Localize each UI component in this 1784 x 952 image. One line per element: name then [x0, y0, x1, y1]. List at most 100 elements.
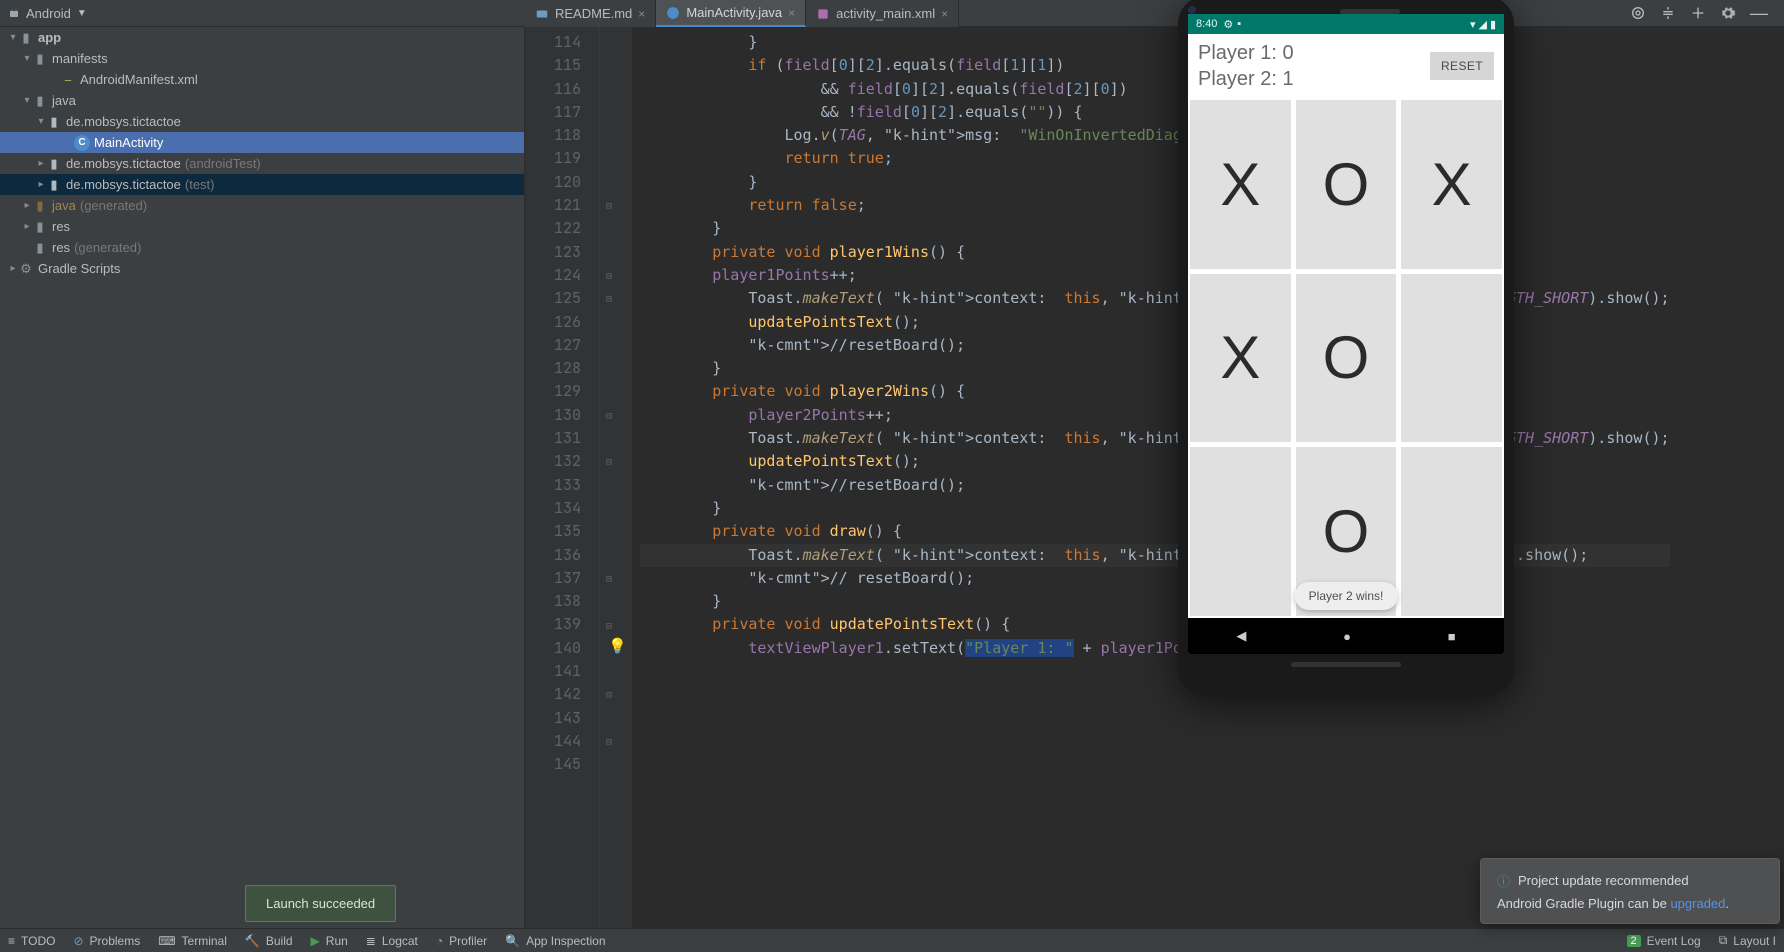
- tree-label: res: [52, 219, 70, 234]
- line-number-gutter[interactable]: 114 115 116 117 118 119 120 121 122 123 …: [525, 27, 600, 928]
- label: App Inspection: [526, 934, 605, 948]
- label: Terminal: [182, 934, 227, 948]
- phone-nav: ◀ ● ■: [1188, 618, 1504, 654]
- tree-res[interactable]: ▸▮res: [0, 216, 524, 237]
- emulator-device: 8:40 ⚙ ▪ ▾ ◢ ▮ Player 1: 0 Player 2: 1 R…: [1178, 0, 1514, 696]
- close-icon[interactable]: ×: [638, 7, 645, 21]
- tree-java[interactable]: ▾▮java: [0, 90, 524, 111]
- label: TODO: [21, 934, 55, 948]
- tree-manifests[interactable]: ▾▮manifests: [0, 48, 524, 69]
- tree-main-activity[interactable]: CMainActivity: [0, 132, 524, 153]
- bottom-logcat[interactable]: ≣Logcat: [366, 934, 418, 948]
- collapse-all-icon[interactable]: [1690, 5, 1706, 21]
- cell-0[interactable]: X: [1190, 100, 1291, 269]
- tree-label-dim: (androidTest): [185, 156, 261, 171]
- phone-toast: Player 2 wins!: [1295, 582, 1398, 610]
- tree-label: de.mobsys.tictactoe: [66, 156, 181, 171]
- tree-label: manifests: [52, 51, 108, 66]
- tree-label: app: [38, 30, 61, 45]
- tab-readme[interactable]: README.md ×: [525, 0, 656, 27]
- notification-body: Android Gradle Plugin can be upgraded.: [1497, 896, 1763, 911]
- tree-label: res: [52, 240, 70, 255]
- signal-icon: ◢: [1478, 18, 1486, 31]
- project-view-selector[interactable]: Android ▼: [8, 6, 87, 21]
- tree-res-generated[interactable]: ▮res(generated): [0, 237, 524, 258]
- bottom-run[interactable]: ▶Run: [311, 934, 348, 948]
- bottom-terminal[interactable]: ⌨Terminal: [158, 934, 227, 948]
- editor-tabs: README.md × MainActivity.java × activity…: [525, 0, 959, 27]
- back-icon[interactable]: ◀: [1236, 628, 1246, 644]
- close-icon[interactable]: ×: [788, 6, 795, 20]
- tree-package[interactable]: ▾▮de.mobsys.tictactoe: [0, 111, 524, 132]
- player2-score: Player 2: 1: [1198, 66, 1294, 92]
- tree-package-test[interactable]: ▸▮de.mobsys.tictactoe(test): [0, 174, 524, 195]
- tree-app[interactable]: ▾▮app: [0, 27, 524, 48]
- toast-text: Launch succeeded: [266, 896, 375, 911]
- gear-icon[interactable]: [1720, 5, 1736, 21]
- tree-gradle-scripts[interactable]: ▸⚙Gradle Scripts: [0, 258, 524, 279]
- label: Run: [326, 934, 348, 948]
- info-icon: ⓘ: [1497, 871, 1510, 890]
- bottom-layout-inspector[interactable]: ⧉Layout I: [1719, 933, 1776, 948]
- tab-label: MainActivity.java: [686, 5, 782, 20]
- bottom-event-log[interactable]: 2Event Log: [1627, 934, 1701, 948]
- cell-8[interactable]: [1401, 447, 1502, 616]
- cell-2[interactable]: X: [1401, 100, 1502, 269]
- project-view-label: Android: [26, 6, 71, 21]
- label: Logcat: [382, 934, 418, 948]
- wifi-icon: ▾: [1470, 18, 1476, 31]
- label: Problems: [90, 934, 141, 948]
- phone-time: 8:40: [1196, 18, 1217, 30]
- tree-label: Gradle Scripts: [38, 261, 120, 276]
- tab-mainactivity[interactable]: MainActivity.java ×: [656, 0, 806, 27]
- tree-label: de.mobsys.tictactoe: [66, 114, 181, 129]
- bottom-build[interactable]: 🔨Build: [245, 934, 293, 948]
- project-tree[interactable]: ▾▮app ▾▮manifests ⎯AndroidManifest.xml ▾…: [0, 27, 525, 928]
- label: Layout I: [1733, 934, 1776, 948]
- close-icon[interactable]: ×: [941, 7, 948, 21]
- android-icon: [8, 7, 20, 19]
- tab-layout-xml[interactable]: activity_main.xml ×: [806, 0, 959, 27]
- cell-6[interactable]: [1190, 447, 1291, 616]
- expand-all-icon[interactable]: [1660, 5, 1676, 21]
- game-board: XOXXOO: [1188, 98, 1504, 618]
- minimize-icon[interactable]: —: [1750, 3, 1768, 24]
- label: Event Log: [1647, 934, 1701, 948]
- recents-icon[interactable]: ■: [1448, 629, 1456, 644]
- cell-3[interactable]: X: [1190, 274, 1291, 443]
- notification-title: Project update recommended: [1518, 873, 1689, 888]
- target-icon[interactable]: [1630, 5, 1646, 21]
- notification-panel[interactable]: ⓘ Project update recommended Android Gra…: [1480, 858, 1780, 924]
- emulator-screen[interactable]: 8:40 ⚙ ▪ ▾ ◢ ▮ Player 1: 0 Player 2: 1 R…: [1188, 14, 1504, 654]
- game-header: Player 1: 0 Player 2: 1 RESET: [1188, 34, 1504, 98]
- tree-label-dim: (generated): [80, 198, 147, 213]
- label: Build: [266, 934, 293, 948]
- tree-label: MainActivity: [94, 135, 163, 150]
- tree-label-dim: (test): [185, 177, 215, 192]
- tree-label: java: [52, 93, 76, 108]
- tree-android-manifest[interactable]: ⎯AndroidManifest.xml: [0, 69, 524, 90]
- bottom-profiler[interactable]: ◔Profiler: [436, 934, 487, 948]
- tree-package-androidtest[interactable]: ▸▮de.mobsys.tictactoe(androidTest): [0, 153, 524, 174]
- cell-5[interactable]: [1401, 274, 1502, 443]
- java-class-icon: [666, 6, 680, 20]
- code-editor[interactable]: 114 115 116 117 118 119 120 121 122 123 …: [525, 27, 1784, 928]
- phone-statusbar: 8:40 ⚙ ▪ ▾ ◢ ▮: [1188, 14, 1504, 34]
- cell-4[interactable]: O: [1296, 274, 1397, 443]
- bottom-problems[interactable]: ⊘Problems: [73, 934, 140, 948]
- tree-label: java: [52, 198, 76, 213]
- tree-label-dim: (generated): [74, 240, 141, 255]
- bottom-todo[interactable]: ≡TODO: [8, 934, 55, 948]
- tree-java-generated[interactable]: ▸▮java(generated): [0, 195, 524, 216]
- upgrade-link[interactable]: upgraded: [1670, 896, 1725, 911]
- bottom-toolbar: ≡TODO ⊘Problems ⌨Terminal 🔨Build ▶Run ≣L…: [0, 928, 1784, 952]
- reset-button[interactable]: RESET: [1430, 52, 1494, 80]
- bottom-app-inspection[interactable]: 🔍App Inspection: [505, 934, 605, 948]
- fold-gutter[interactable]: ⊟⊟⊟⊟⊟⊟⊟💡⊟⊟: [600, 27, 632, 928]
- tree-label: AndroidManifest.xml: [80, 72, 198, 87]
- player1-score: Player 1: 0: [1198, 40, 1294, 66]
- home-icon[interactable]: ●: [1343, 629, 1351, 644]
- cell-1[interactable]: O: [1296, 100, 1397, 269]
- sdcard-icon: ▪: [1237, 18, 1241, 30]
- xml-icon: [816, 7, 830, 21]
